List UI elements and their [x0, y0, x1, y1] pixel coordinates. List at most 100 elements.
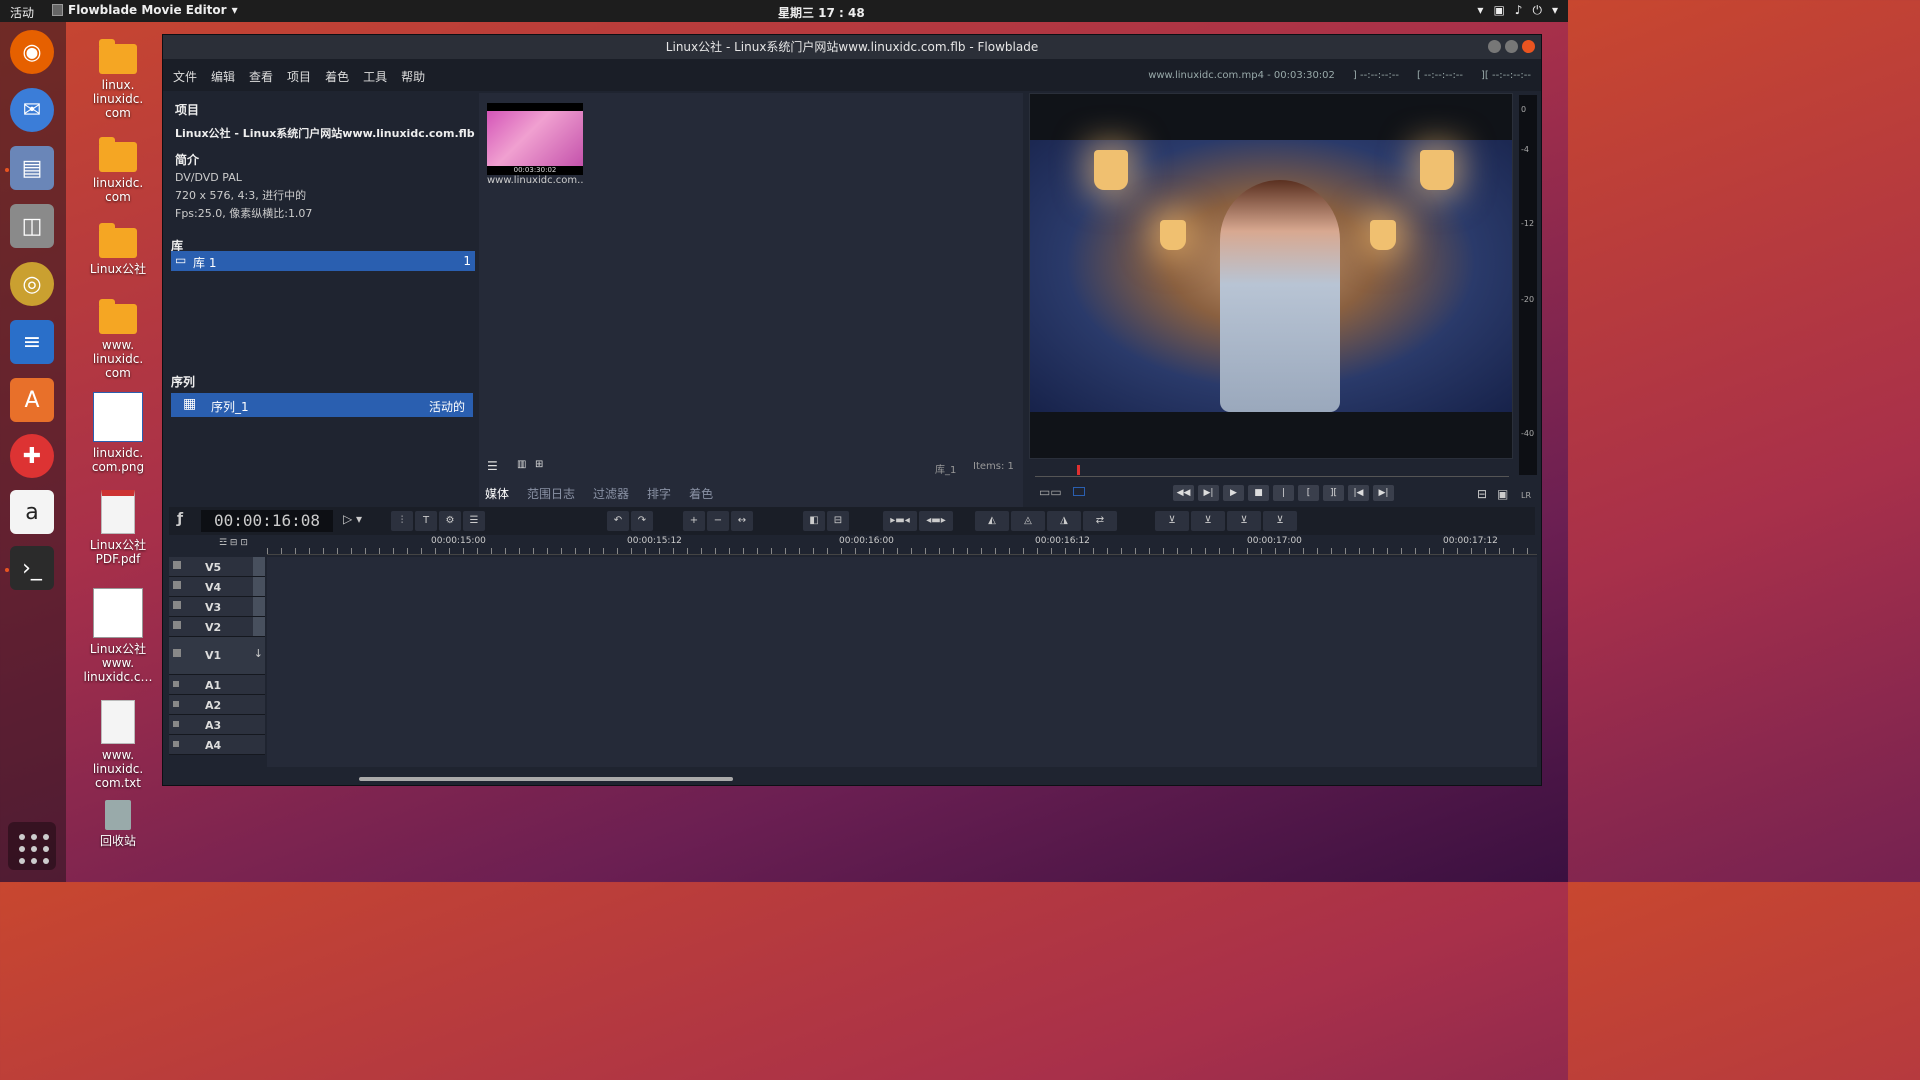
help-icon[interactable]: ✚: [10, 434, 54, 478]
volume-icon[interactable]: ♪: [1515, 3, 1523, 18]
track-header[interactable]: A4: [169, 735, 265, 755]
batch-icon[interactable]: ☰: [463, 511, 485, 531]
pointer-tool-icon[interactable]: ▷ ▾: [343, 512, 362, 526]
activities-button[interactable]: 活动: [10, 4, 34, 21]
timecode-display[interactable]: 00:00:16:08: [201, 510, 333, 532]
desktop-icon[interactable]: www. linuxidc. com: [78, 299, 158, 380]
network-icon[interactable]: ▣: [1493, 3, 1504, 18]
firefox-icon[interactable]: ◉: [10, 30, 54, 74]
speaker-icon[interactable]: [173, 681, 179, 687]
mute-icon[interactable]: [173, 601, 181, 609]
tab-color[interactable]: 着色: [689, 485, 713, 502]
append-icon[interactable]: ⊻: [1191, 511, 1225, 531]
amazon-icon[interactable]: a: [10, 490, 54, 534]
next-edit-icon[interactable]: ▶|: [1373, 485, 1394, 501]
stop-icon[interactable]: ■: [1248, 485, 1269, 501]
chevron-down-icon[interactable]: ▾: [1477, 3, 1483, 18]
overwrite-range-icon[interactable]: ⊻: [1227, 511, 1261, 531]
bin-row[interactable]: ▭ 库 1 1: [171, 251, 475, 271]
clip-view-icon[interactable]: [1073, 487, 1085, 496]
mark-in-icon[interactable]: [: [1298, 485, 1319, 501]
mixer-icon[interactable]: ⫶: [391, 511, 413, 531]
timeline-canvas[interactable]: [267, 557, 1537, 767]
redo-icon[interactable]: ↷: [631, 511, 653, 531]
desktop-icon[interactable]: 回收站: [78, 800, 158, 848]
desktop-icon[interactable]: Linux公社 PDF.pdf: [78, 490, 158, 566]
list-view-icon[interactable]: ☰: [487, 459, 498, 473]
menu-view[interactable]: 查看: [249, 68, 273, 85]
track-lock[interactable]: [253, 557, 265, 576]
desktop-icon[interactable]: linuxidc. com: [78, 137, 158, 204]
overwrite-clip-icon[interactable]: ⊻: [1263, 511, 1297, 531]
minimize-icon[interactable]: [1488, 40, 1501, 53]
zoom-fit-icon[interactable]: ↔: [731, 511, 753, 531]
track-header[interactable]: A3: [169, 715, 265, 735]
track-lock[interactable]: [253, 597, 265, 616]
titler-icon[interactable]: T: [415, 511, 437, 531]
clock[interactable]: 星期三 17 : 48: [778, 4, 865, 21]
playhead[interactable]: [1077, 465, 1080, 475]
speaker-icon[interactable]: [173, 701, 179, 707]
mute-icon[interactable]: [173, 649, 181, 657]
insert-icon[interactable]: ⊻: [1155, 511, 1189, 531]
splice-icon[interactable]: ⊟: [827, 511, 849, 531]
maximize-icon[interactable]: [1505, 40, 1518, 53]
ripple-icon[interactable]: ◬: [1011, 511, 1045, 531]
play-icon[interactable]: ▶: [1223, 485, 1244, 501]
software-icon[interactable]: A: [10, 378, 54, 422]
app-menu[interactable]: Flowblade Movie Editor ▾: [52, 3, 238, 17]
monitor-layout-icon[interactable]: ⊟: [1477, 487, 1487, 501]
tab-range-log[interactable]: 范围日志: [527, 485, 575, 502]
track-header[interactable]: A1: [169, 675, 265, 695]
system-tray[interactable]: ▾ ▣ ♪ ⏻ ▾: [1477, 3, 1558, 18]
lift-icon[interactable]: ▸▬◂: [883, 511, 917, 531]
desktop-icon[interactable]: www. linuxidc. com.txt: [78, 700, 158, 790]
resync-icon[interactable]: ◭: [975, 511, 1009, 531]
desktop-icon[interactable]: linux. linuxidc. com: [78, 39, 158, 120]
sequence-row[interactable]: ▦ 序列_1 活动的: [171, 393, 473, 417]
window-titlebar[interactable]: Linux公社 - Linux系统门户网站www.linuxidc.com.fl…: [163, 35, 1541, 59]
mute-icon[interactable]: [173, 581, 181, 589]
delete-icon[interactable]: ◂▬▸: [919, 511, 953, 531]
grid-view-icon[interactable]: ⊞: [535, 459, 543, 470]
track-lock[interactable]: [253, 617, 265, 636]
rhythmbox-icon[interactable]: ◎: [10, 262, 54, 306]
menu-project[interactable]: 项目: [287, 68, 311, 85]
media-thumbnail[interactable]: 00:03:30:02: [487, 103, 583, 175]
track-header[interactable]: V5: [169, 557, 265, 577]
track-header[interactable]: V4: [169, 577, 265, 597]
arrow-down-icon[interactable]: ↓: [254, 647, 263, 660]
menu-tools[interactable]: 工具: [363, 68, 387, 85]
tab-filters[interactable]: 过滤器: [593, 485, 629, 502]
rewind-icon[interactable]: ◀◀: [1173, 485, 1194, 501]
screenshot-icon[interactable]: ◫: [10, 204, 54, 248]
thunderbird-icon[interactable]: ✉: [10, 88, 54, 132]
trim-view-icon[interactable]: ▭▭: [1039, 485, 1062, 499]
terminal-icon[interactable]: ›_: [10, 546, 54, 590]
zoom-out-icon[interactable]: −: [707, 511, 729, 531]
track-header[interactable]: V2: [169, 617, 265, 637]
track-header[interactable]: V1 ↓: [169, 637, 265, 675]
menu-edit[interactable]: 编辑: [211, 68, 235, 85]
chevron-down-icon[interactable]: ▾: [1552, 3, 1558, 18]
columns-icon[interactable]: ▥: [517, 459, 526, 470]
position-scrubber[interactable]: [1035, 463, 1509, 477]
sync-icon[interactable]: ⇄: [1083, 511, 1117, 531]
track-compact-icon[interactable]: ☲ ⊟ ⊡: [219, 538, 248, 548]
tab-compositors[interactable]: 排字: [647, 485, 671, 502]
step-forward-icon[interactable]: |: [1273, 485, 1294, 501]
timeline-scrollbar[interactable]: [359, 777, 733, 781]
render-icon[interactable]: ⚙: [439, 511, 461, 531]
close-icon[interactable]: [1522, 40, 1535, 53]
menu-help[interactable]: 帮助: [401, 68, 425, 85]
track-header[interactable]: V3: [169, 597, 265, 617]
cut-icon[interactable]: ◧: [803, 511, 825, 531]
show-applications-button[interactable]: [8, 822, 56, 870]
files-icon[interactable]: ▤: [10, 146, 54, 190]
prev-edit-icon[interactable]: |◀: [1348, 485, 1369, 501]
track-lock[interactable]: [253, 577, 265, 596]
speaker-icon[interactable]: [173, 741, 179, 747]
overwrite-icon[interactable]: ◮: [1047, 511, 1081, 531]
step-back-icon[interactable]: ▶|: [1198, 485, 1219, 501]
desktop-icon[interactable]: Linux公社 www. linuxidc.c…: [78, 588, 158, 684]
